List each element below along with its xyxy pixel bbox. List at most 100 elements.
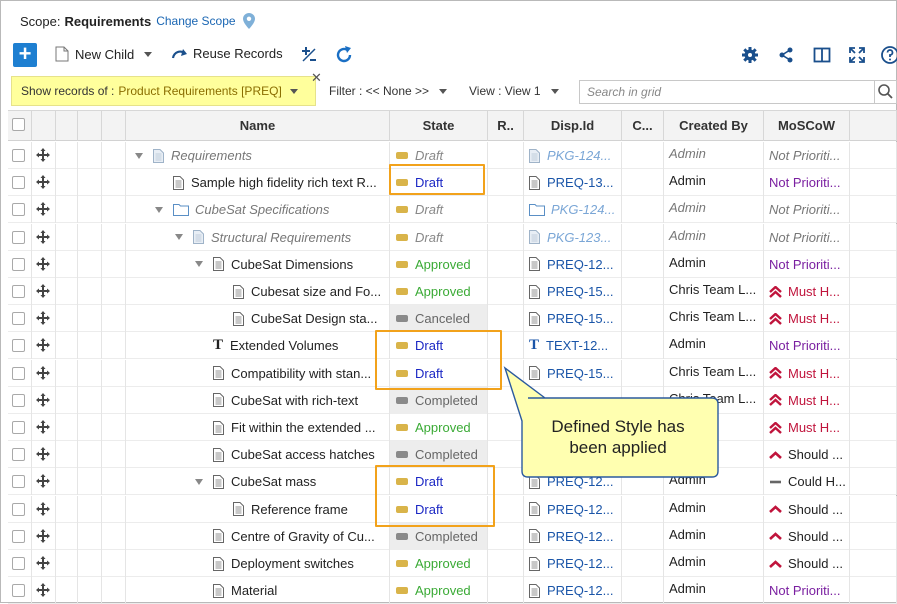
row-checkbox[interactable] bbox=[12, 502, 25, 516]
name-cell[interactable]: Fit within the extended ... bbox=[126, 414, 390, 441]
table-row[interactable]: T Extended Volumes Draft T TEXT-12... Admin No… bbox=[8, 332, 897, 360]
disp-id-cell[interactable]: PREQ-15... bbox=[524, 305, 622, 333]
row-checkbox[interactable] bbox=[12, 529, 25, 543]
move-handle-icon[interactable] bbox=[36, 229, 50, 244]
state-cell[interactable]: Draft bbox=[390, 196, 488, 224]
table-row[interactable]: Deployment switches Approved PREQ-12... Adm… bbox=[8, 550, 897, 577]
disp-id-cell[interactable]: PREQ-12... bbox=[524, 468, 622, 496]
state-cell[interactable]: Approved bbox=[390, 414, 488, 441]
disp-id-link[interactable]: PREQ-12... bbox=[547, 502, 613, 517]
expand-toggle-icon[interactable] bbox=[155, 206, 163, 213]
table-row[interactable]: CubeSat with rich-text Completed Chris Tea… bbox=[8, 386, 897, 414]
move-handle-icon[interactable] bbox=[36, 447, 50, 462]
move-handle-icon[interactable] bbox=[36, 365, 50, 380]
search-input[interactable]: Search in grid bbox=[579, 80, 897, 104]
disp-id-link[interactable]: PREQ-12... bbox=[547, 556, 613, 571]
name-cell[interactable]: Material bbox=[126, 577, 390, 604]
state-cell[interactable]: Completed bbox=[390, 386, 488, 414]
search-button[interactable] bbox=[874, 81, 896, 103]
name-cell[interactable]: Requirements bbox=[126, 142, 390, 169]
disp-id-link[interactable]: PREQ-12... bbox=[547, 529, 613, 544]
disp-id-cell[interactable]: T TEXT-12... bbox=[524, 332, 622, 360]
move-handle-icon[interactable] bbox=[36, 556, 50, 570]
state-cell[interactable]: Approved bbox=[390, 250, 488, 278]
name-cell[interactable]: CubeSat Specifications bbox=[126, 196, 390, 224]
name-cell[interactable]: Reference frame bbox=[126, 495, 390, 523]
row-checkbox[interactable] bbox=[12, 149, 25, 162]
disp-id-link[interactable]: PREQ-13... bbox=[547, 175, 613, 190]
table-row[interactable]: Requirements Draft PKG-124... Admin Not Prio… bbox=[8, 142, 897, 169]
table-row[interactable]: Material Approved PREQ-12... Admin Not Prior… bbox=[8, 577, 897, 604]
state-cell[interactable]: Completed bbox=[390, 441, 488, 469]
disp-id-cell[interactable]: PREQ-12... bbox=[524, 577, 622, 604]
column-header-name[interactable]: Name bbox=[126, 111, 390, 141]
disp-id-link[interactable]: PREQ-12... bbox=[547, 583, 613, 598]
name-cell[interactable]: CubeSat with rich-text bbox=[126, 386, 390, 414]
name-cell[interactable]: CubeSat Design sta... bbox=[126, 305, 390, 333]
name-cell[interactable]: CubeSat mass bbox=[126, 468, 390, 496]
state-cell[interactable]: Draft bbox=[390, 359, 488, 387]
move-handle-icon[interactable] bbox=[36, 392, 50, 407]
move-handle-icon[interactable] bbox=[36, 420, 50, 434]
row-checkbox[interactable] bbox=[12, 257, 25, 271]
filter-dropdown[interactable]: Filter : << None >> bbox=[329, 84, 448, 98]
column-header-disp-id[interactable]: Disp.Id bbox=[524, 111, 622, 141]
name-cell[interactable]: Cubesat size and Fo... bbox=[126, 278, 390, 305]
disp-id-link[interactable]: TEXT-12... bbox=[546, 338, 608, 353]
row-checkbox[interactable] bbox=[12, 557, 25, 570]
table-row[interactable]: Cubesat size and Fo... Approved PREQ-15...… bbox=[8, 278, 897, 305]
disp-id-link[interactable]: PKG-124... bbox=[551, 202, 615, 217]
select-all-checkbox[interactable] bbox=[12, 118, 25, 131]
row-checkbox[interactable] bbox=[12, 339, 25, 353]
move-handle-icon[interactable] bbox=[36, 175, 50, 190]
row-checkbox[interactable] bbox=[12, 176, 25, 190]
disp-id-link[interactable]: PREQ-12... bbox=[547, 257, 613, 272]
row-checkbox[interactable] bbox=[12, 366, 25, 380]
disp-id-cell[interactable]: PKG-123... bbox=[524, 223, 622, 251]
column-header-moscow[interactable]: MoSCoW bbox=[764, 111, 850, 141]
table-row[interactable]: CubeSat access hatches Completed Should ..… bbox=[8, 441, 897, 469]
row-checkbox[interactable] bbox=[12, 285, 25, 298]
move-handle-icon[interactable] bbox=[36, 148, 50, 162]
disp-id-link[interactable]: PKG-124... bbox=[547, 148, 611, 163]
fullscreen-icon[interactable] bbox=[847, 45, 867, 65]
name-cell[interactable]: Sample high fidelity rich text R... bbox=[126, 169, 390, 197]
state-cell[interactable]: Approved bbox=[390, 550, 488, 577]
name-cell[interactable]: CubeSat Dimensions bbox=[126, 250, 390, 278]
name-cell[interactable]: T Extended Volumes bbox=[126, 332, 390, 360]
show-records-dropdown[interactable]: Show records of : Product Requirements [… bbox=[11, 76, 316, 106]
state-cell[interactable]: Draft bbox=[390, 169, 488, 197]
expand-toggle-icon[interactable] bbox=[175, 234, 183, 241]
move-handle-icon[interactable] bbox=[36, 583, 50, 598]
disp-id-cell[interactable]: PREQ-15... bbox=[524, 359, 622, 387]
move-handle-icon[interactable] bbox=[36, 256, 50, 271]
state-cell[interactable]: Canceled bbox=[390, 305, 488, 333]
split-view-icon[interactable] bbox=[812, 45, 832, 65]
name-cell[interactable]: CubeSat access hatches bbox=[126, 441, 390, 469]
state-cell[interactable]: Approved bbox=[390, 278, 488, 305]
disp-id-cell[interactable]: PREQ-12... bbox=[524, 250, 622, 278]
state-cell[interactable]: Draft bbox=[390, 332, 488, 360]
help-icon[interactable] bbox=[880, 45, 897, 65]
name-cell[interactable]: Compatibility with stan... bbox=[126, 359, 390, 387]
table-row[interactable]: CubeSat Design sta... Canceled PREQ-15... C… bbox=[8, 305, 897, 333]
row-checkbox[interactable] bbox=[12, 475, 25, 489]
location-pin-icon[interactable] bbox=[242, 13, 255, 29]
refresh-icon[interactable] bbox=[334, 45, 354, 65]
table-row[interactable]: CubeSat Dimensions Approved PREQ-12... Admi… bbox=[8, 250, 897, 278]
state-cell[interactable]: Completed bbox=[390, 522, 488, 550]
row-checkbox[interactable] bbox=[12, 393, 25, 407]
disp-id-cell[interactable] bbox=[524, 386, 622, 414]
view-dropdown[interactable]: View : View 1 bbox=[469, 84, 559, 98]
state-cell[interactable]: Draft bbox=[390, 142, 488, 169]
table-row[interactable]: Structural Requirements Draft PKG-123... Ad… bbox=[8, 223, 897, 251]
state-cell[interactable]: Draft bbox=[390, 223, 488, 251]
disp-id-cell[interactable]: PREQ-15... bbox=[524, 278, 622, 305]
expand-toggle-icon[interactable] bbox=[135, 152, 143, 159]
move-handle-icon[interactable] bbox=[36, 338, 50, 353]
move-handle-icon[interactable] bbox=[36, 202, 50, 217]
move-handle-icon[interactable] bbox=[36, 311, 50, 326]
gear-icon[interactable] bbox=[740, 45, 760, 65]
expand-toggle-icon[interactable] bbox=[195, 478, 203, 485]
table-row[interactable]: Sample high fidelity rich text R... Draft… bbox=[8, 169, 897, 197]
